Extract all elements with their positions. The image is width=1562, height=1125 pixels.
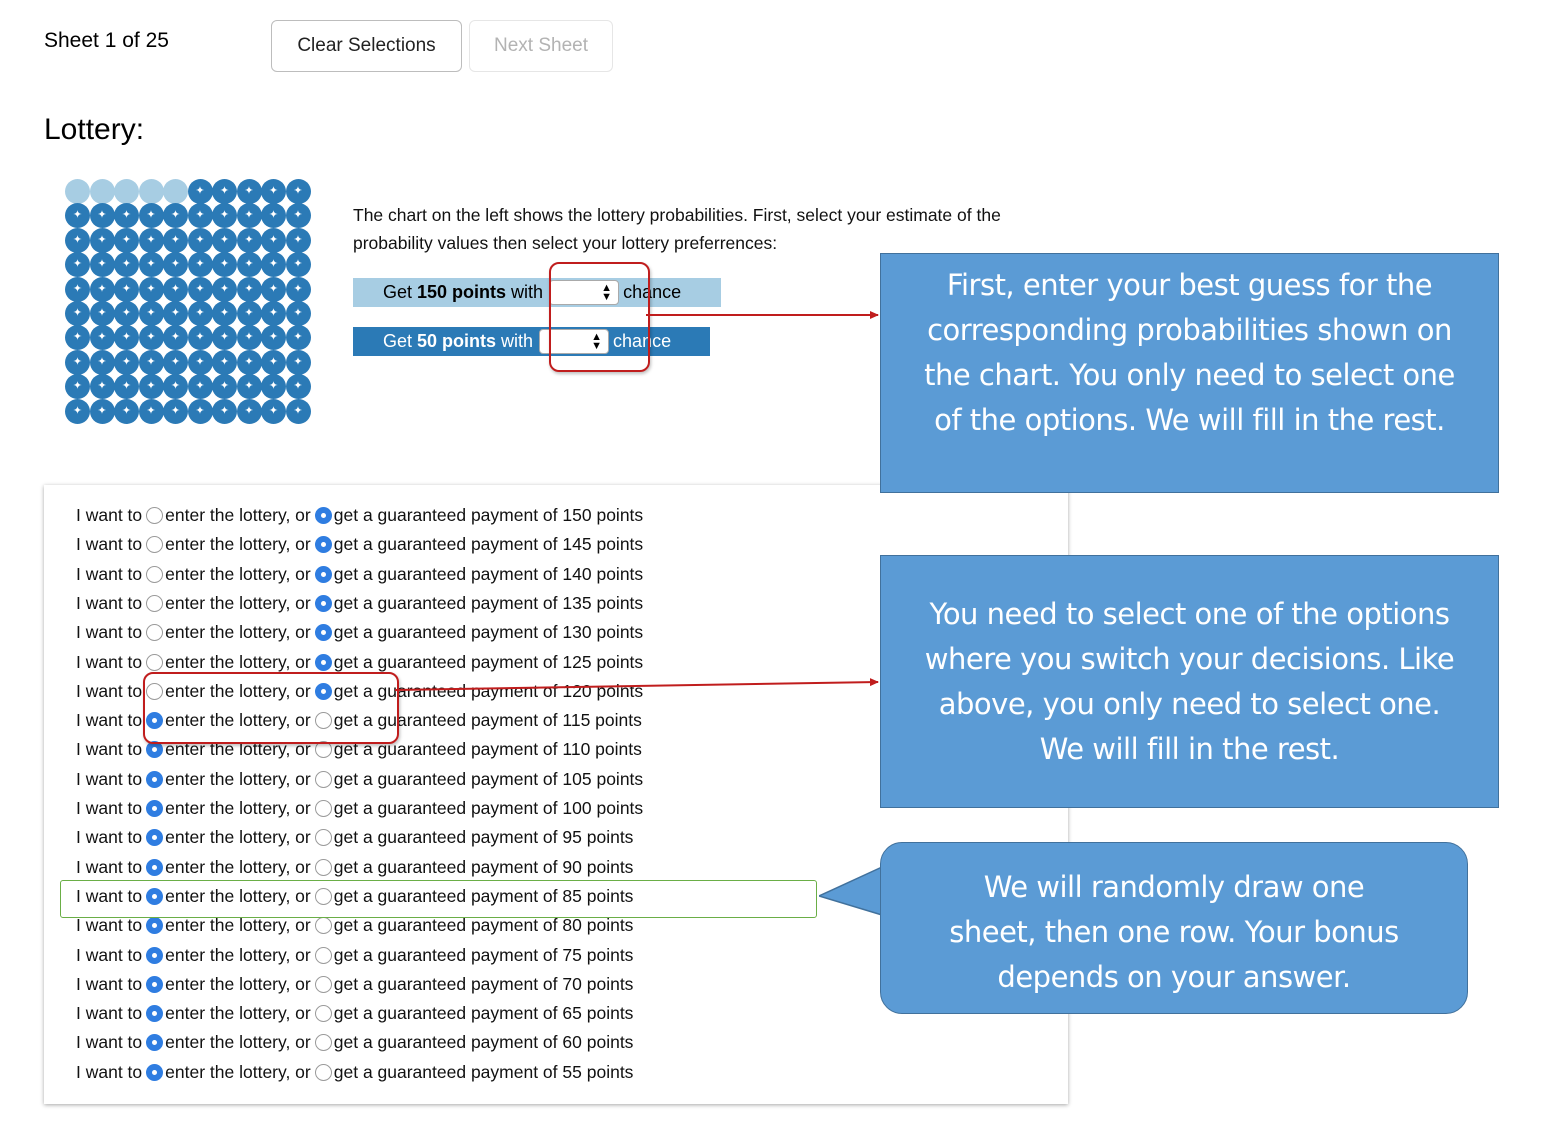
callout-switch-decision: You need to select one of the options whe… — [880, 555, 1499, 808]
callout-pointer — [819, 866, 883, 916]
arrow-to-callout-two — [394, 678, 879, 691]
callout-enter-probabilities: First, enter your best guess for the corr… — [880, 253, 1499, 493]
callout-random-draw: We will randomly draw one sheet, then one… — [880, 842, 1468, 1014]
